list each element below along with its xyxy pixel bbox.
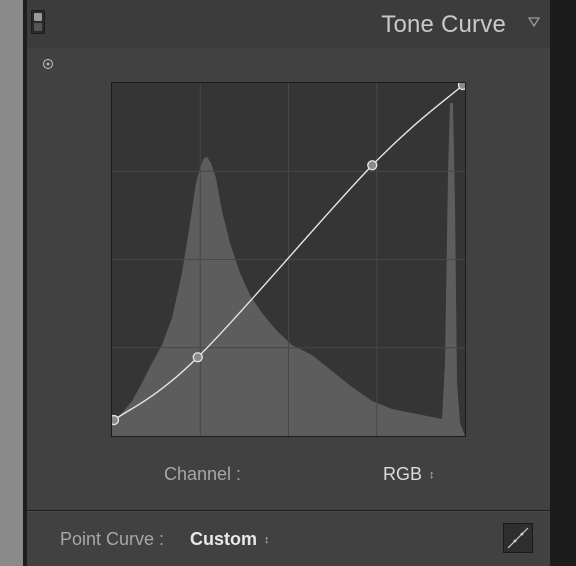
switch-knob-on — [34, 13, 42, 21]
channel-label: Channel : — [164, 464, 242, 484]
switch-knob-off — [34, 23, 42, 31]
channel-select-value: RGB — [383, 464, 423, 484]
select-arrows-icon: ↕ — [429, 469, 435, 481]
curve-control-point[interactable] — [457, 83, 466, 91]
point-curve-select-value: Custom — [190, 529, 257, 549]
select-arrows-icon: ↕ — [264, 534, 270, 546]
curve-control-point[interactable] — [192, 352, 203, 363]
panel-switch-icon[interactable] — [31, 10, 45, 34]
curve-canvas[interactable] — [112, 83, 465, 436]
tone-curve-graph[interactable] — [111, 82, 466, 437]
edit-point-curve-icon — [507, 527, 529, 549]
tone-curve-panel: Tone Curve Channel : RGB ↕ Point Curve : … — [27, 0, 550, 566]
section-divider-highlight — [27, 511, 550, 512]
left-panel-edge — [0, 0, 23, 566]
target-adjustment-icon[interactable] — [42, 58, 54, 70]
triangle-down-icon[interactable] — [528, 17, 540, 27]
panel-header[interactable]: Tone Curve — [27, 0, 550, 48]
channel-select[interactable]: RGB ↕ — [383, 464, 435, 485]
right-gutter — [550, 0, 576, 566]
tone-curve-screen: Tone Curve Channel : RGB ↕ Point Curve : … — [0, 0, 576, 566]
point-curve-label: Point Curve : — [60, 529, 165, 549]
edit-point-curve-button[interactable] — [503, 523, 533, 553]
curve-control-point[interactable] — [112, 414, 120, 426]
point-curve-select[interactable]: Custom ↕ — [190, 529, 270, 550]
channel-row: Channel : RGB ↕ — [27, 462, 550, 490]
curve-control-point[interactable] — [367, 160, 378, 171]
panel-title: Tone Curve — [381, 11, 506, 38]
